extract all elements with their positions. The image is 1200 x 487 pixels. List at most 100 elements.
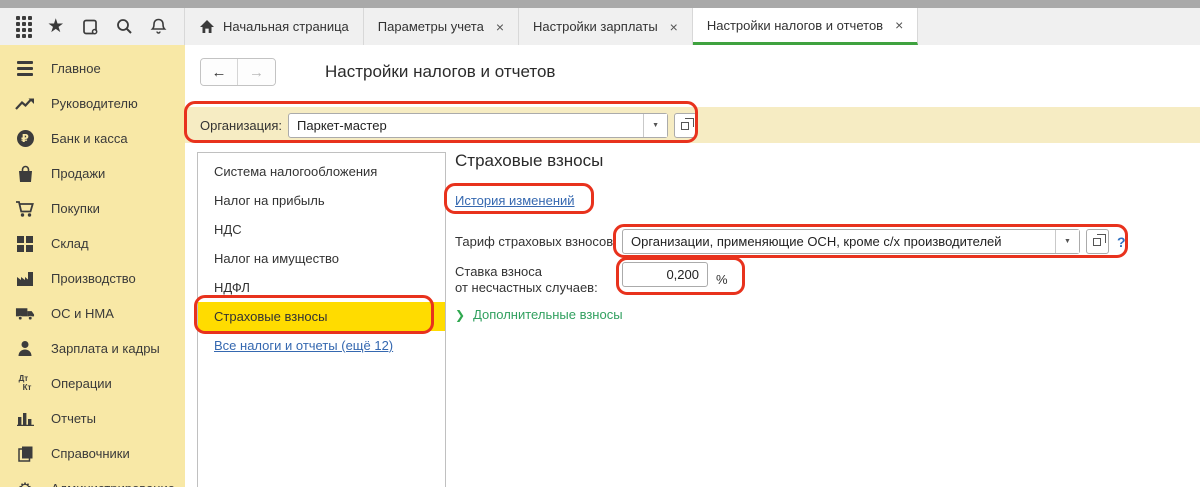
tax-nav-item-ndfl[interactable]: НДФЛ <box>198 273 445 302</box>
chevron-right-icon: ❯ <box>455 307 466 322</box>
home-icon <box>199 19 215 34</box>
sidebar-item-label: Руководителю <box>51 96 138 111</box>
factory-icon <box>15 269 35 289</box>
dtkt-icon: Дт Кт <box>18 373 32 392</box>
sidebar-item-main[interactable]: Главное <box>0 51 185 86</box>
open-form-icon <box>681 117 694 130</box>
sidebar-item-label: Отчеты <box>51 411 96 426</box>
additional-contributions-label: Дополнительные взносы <box>473 307 623 322</box>
main-toolbar: ★ Начальная страница Параметры учета × Н… <box>0 8 1200 45</box>
organization-input[interactable] <box>289 113 644 137</box>
page-title: Настройки налогов и отчетов <box>325 62 556 81</box>
sidebar-item-manager[interactable]: Руководителю <box>0 86 185 121</box>
tariff-input[interactable] <box>623 230 1055 253</box>
favorites-button[interactable]: ★ <box>47 17 64 36</box>
tax-nav-item-all-taxes-link[interactable]: Все налоги и отчеты (ещё 12) <box>198 331 445 360</box>
tab-label: Настройки зарплаты <box>533 19 658 34</box>
main-menu-button[interactable] <box>16 15 32 38</box>
app-body: Главное Руководителю ₽ Банк и касса Прод… <box>0 45 1200 487</box>
boxes-icon <box>15 234 35 254</box>
sidebar-item-label: Производство <box>51 271 136 286</box>
tab-salary-settings[interactable]: Настройки зарплаты × <box>519 8 693 45</box>
sidebar-item-label: Зарплата и кадры <box>51 341 160 356</box>
sidebar-item-operations[interactable]: Дт Кт Операции <box>0 366 185 401</box>
history-button[interactable] <box>80 17 100 37</box>
tab-label: Параметры учета <box>377 19 484 34</box>
sidebar-item-label: Покупки <box>51 201 100 216</box>
sidebar-item-warehouse[interactable]: Склад <box>0 226 185 261</box>
rate-field-row: Ставка взноса от несчастных случаев: % <box>455 262 728 296</box>
tariff-open-button[interactable] <box>1086 229 1109 254</box>
history-link[interactable]: История изменений <box>455 193 575 208</box>
tariff-combobox[interactable]: ▼ <box>622 229 1080 254</box>
sidebar-item-bank-cash[interactable]: ₽ Банк и касса <box>0 121 185 156</box>
sidebar-item-sales[interactable]: Продажи <box>0 156 185 191</box>
ruble-icon: ₽ <box>15 129 35 149</box>
cart-icon <box>15 199 35 219</box>
navigation-buttons: ← → <box>200 58 276 86</box>
section-heading: Страховые взносы <box>455 151 604 170</box>
chevron-down-icon[interactable]: ▼ <box>1055 230 1079 253</box>
sidebar-item-label: Продажи <box>51 166 106 181</box>
sidebar-item-label: Операции <box>51 376 112 391</box>
page-header: ← → Настройки налогов и отчетов <box>185 45 1200 107</box>
organization-bar: Организация: ▼ <box>185 107 1200 143</box>
person-icon <box>15 339 35 359</box>
sidebar-item-production[interactable]: Производство <box>0 261 185 296</box>
forward-button[interactable]: → <box>238 59 275 85</box>
tab-close-icon[interactable]: × <box>895 18 903 32</box>
menu-icon <box>15 59 35 79</box>
workspace: Система налогообложения Налог на прибыль… <box>185 143 1200 487</box>
sidebar-item-label: Склад <box>51 236 89 251</box>
books-icon <box>15 444 35 464</box>
service-icons: ★ <box>0 8 185 45</box>
tab-home[interactable]: Начальная страница <box>185 8 364 45</box>
sidebar-item-label: Банк и касса <box>51 131 128 146</box>
sidebar-item-administration[interactable]: ⚙ Администрирование <box>0 471 185 487</box>
sidebar-item-fixed-assets[interactable]: ОС и НМА <box>0 296 185 331</box>
app-window: ★ Начальная страница Параметры учета × Н… <box>0 0 1200 487</box>
organization-open-button[interactable] <box>674 112 698 138</box>
sidebar-item-directories[interactable]: Справочники <box>0 436 185 471</box>
tariff-label: Тариф страховых взносов: <box>455 234 617 249</box>
search-button[interactable] <box>115 17 134 36</box>
additional-contributions-toggle[interactable]: ❯ Дополнительные взносы <box>455 307 623 322</box>
main-area: ← → Настройки налогов и отчетов Организа… <box>185 45 1200 487</box>
tab-close-icon[interactable]: × <box>496 20 504 34</box>
notifications-button[interactable] <box>149 17 168 36</box>
window-title-strip <box>0 0 1200 8</box>
tab-bar: Начальная страница Параметры учета × Нас… <box>185 8 1200 45</box>
open-form-icon <box>1093 234 1106 246</box>
back-button[interactable]: ← <box>201 59 238 85</box>
tax-sections-panel: Система налогообложения Налог на прибыль… <box>197 152 446 487</box>
gear-icon: ⚙ <box>15 479 35 487</box>
history-scroll-icon <box>80 17 100 37</box>
sidebar-item-purchases[interactable]: Покупки <box>0 191 185 226</box>
accident-rate-input[interactable] <box>622 262 708 287</box>
organization-combobox[interactable]: ▼ <box>288 112 669 138</box>
bag-icon <box>15 164 35 184</box>
sidebar-item-reports[interactable]: Отчеты <box>0 401 185 436</box>
sidebar-item-label: Администрирование <box>51 481 175 487</box>
sidebar-item-label: Главное <box>51 61 101 76</box>
tax-nav-item-insurance-contributions[interactable]: Страховые взносы <box>198 302 445 331</box>
percent-label: % <box>716 271 728 287</box>
tab-close-icon[interactable]: × <box>670 20 678 34</box>
tax-nav-item-profit-tax[interactable]: Налог на прибыль <box>198 186 445 215</box>
chart-icon <box>15 409 35 429</box>
sidebar-item-salary-hr[interactable]: Зарплата и кадры <box>0 331 185 366</box>
tax-nav-item-taxation-system[interactable]: Система налогообложения <box>198 157 445 186</box>
star-icon: ★ <box>47 16 65 37</box>
tab-label: Настройки налогов и отчетов <box>706 17 884 33</box>
sections-sidebar: Главное Руководителю ₽ Банк и касса Прод… <box>0 45 185 487</box>
tab-accounting-params[interactable]: Параметры учета × <box>364 8 520 45</box>
trend-icon <box>15 94 35 114</box>
organization-label: Организация: <box>200 117 283 133</box>
tax-nav-item-vat[interactable]: НДС <box>198 215 445 244</box>
tab-label: Начальная страница <box>223 19 349 34</box>
chevron-down-icon[interactable]: ▼ <box>643 113 668 137</box>
grid-menu-icon <box>16 15 32 38</box>
tax-nav-item-property-tax[interactable]: Налог на имущество <box>198 244 445 273</box>
help-link[interactable]: ? <box>1117 234 1126 250</box>
tab-taxes-reports[interactable]: Настройки налогов и отчетов × <box>692 8 919 45</box>
